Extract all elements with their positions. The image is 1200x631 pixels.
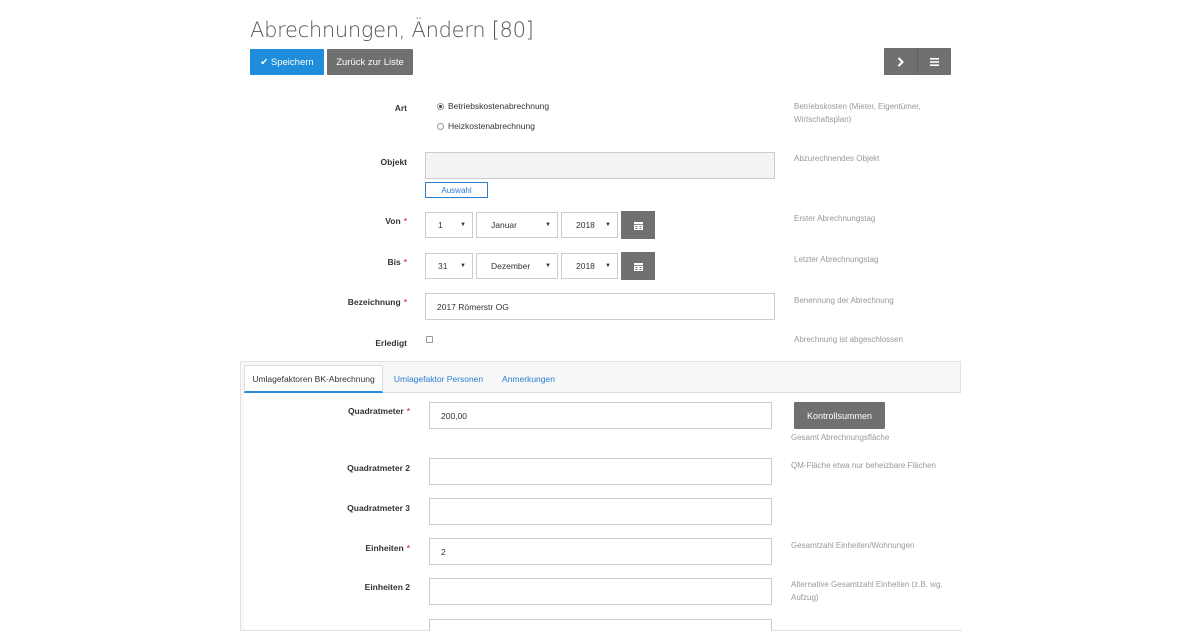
- bis-help: Letzter Abrechnungstag: [794, 255, 879, 264]
- next-button[interactable]: [884, 48, 918, 75]
- radio-heizkosten[interactable]: [437, 123, 444, 130]
- quadratmeter-label: Quadratmeter *: [347, 406, 410, 416]
- art-help: Betriebskosten (Mieter, Eigentümer, Wirt…: [794, 102, 921, 124]
- erledigt-help: Abrechnung ist abgeschlossen: [794, 335, 903, 344]
- bezeichnung-field[interactable]: 2017 Römerstr OG: [425, 293, 775, 320]
- kontrollsummen-button[interactable]: Kontrollsummen: [794, 402, 885, 429]
- bis-year-select[interactable]: 2018 ▼: [561, 253, 618, 279]
- back-to-list-button[interactable]: Zurück zur Liste: [327, 49, 413, 75]
- quadratmeter2-help: QM-Fläche etwa nur beheizbare Flächen: [791, 461, 936, 470]
- quadratmeter-field[interactable]: 200,00: [429, 402, 772, 429]
- tab-umlagefaktoren-bk[interactable]: Umlagefaktoren BK-Abrechnung: [244, 365, 383, 393]
- bis-month-select[interactable]: Dezember ▼: [476, 253, 558, 279]
- bis-day-select[interactable]: 31 ▼: [425, 253, 473, 279]
- tab-umlagefaktor-personen[interactable]: Umlagefaktor Personen: [390, 365, 487, 392]
- next-field-partial[interactable]: [429, 619, 772, 631]
- menu-button[interactable]: [917, 48, 951, 75]
- calendar-icon: [633, 221, 643, 230]
- objekt-field[interactable]: [425, 152, 775, 179]
- quadratmeter-help: Gesamt Abrechnungsfläche: [791, 433, 890, 442]
- menu-icon: [930, 57, 939, 66]
- objekt-label: Objekt: [380, 157, 407, 167]
- quadratmeter2-label: Quadratmeter 2: [347, 463, 410, 473]
- radio-heizkosten-label: Heizkostenabrechnung: [448, 121, 535, 131]
- tab-anmerkungen[interactable]: Anmerkungen: [497, 365, 560, 392]
- save-button[interactable]: ✔ Speichern: [250, 49, 324, 75]
- von-calendar-button[interactable]: [621, 211, 655, 239]
- von-day-select[interactable]: 1 ▼: [425, 212, 473, 238]
- quadratmeter3-label: Quadratmeter 3: [347, 503, 410, 513]
- bis-label: Bis *: [387, 257, 407, 267]
- einheiten2-field[interactable]: [429, 578, 772, 605]
- quadratmeter2-field[interactable]: [429, 458, 772, 485]
- quadratmeter3-field[interactable]: [429, 498, 772, 525]
- einheiten-field[interactable]: 2: [429, 538, 772, 565]
- bis-calendar-button[interactable]: [621, 252, 655, 280]
- von-label: Von *: [385, 216, 407, 226]
- einheiten2-label: Einheiten 2: [364, 582, 410, 592]
- objekt-help: Abzurechnendes Objekt: [794, 154, 880, 163]
- erledigt-checkbox[interactable]: [426, 336, 433, 343]
- radio-betriebskosten[interactable]: [437, 103, 444, 110]
- von-month-select[interactable]: Januar ▼: [476, 212, 558, 238]
- page-title: Abrechnungen, Ändern [80]: [250, 18, 534, 42]
- einheiten2-help: Alternative Gesamtzahl Einheiten (z.B. w…: [791, 580, 943, 602]
- von-year-select[interactable]: 2018 ▼: [561, 212, 618, 238]
- radio-betriebskosten-label: Betriebskostenabrechnung: [448, 101, 550, 111]
- einheiten-help: Gesamtzahl Einheiten/Wohnungen: [791, 541, 915, 550]
- auswahl-button[interactable]: Auswahl: [425, 182, 488, 198]
- art-label: Art: [394, 103, 407, 113]
- calendar-icon: [633, 262, 643, 271]
- einheiten-label: Einheiten *: [365, 543, 410, 553]
- bezeichnung-help: Benennung der Abrechnung: [794, 296, 894, 305]
- erledigt-label: Erledigt: [375, 338, 407, 348]
- bezeichnung-label: Bezeichnung *: [347, 297, 407, 307]
- von-help: Erster Abrechnungstag: [794, 214, 876, 223]
- chevron-right-icon: [897, 56, 904, 67]
